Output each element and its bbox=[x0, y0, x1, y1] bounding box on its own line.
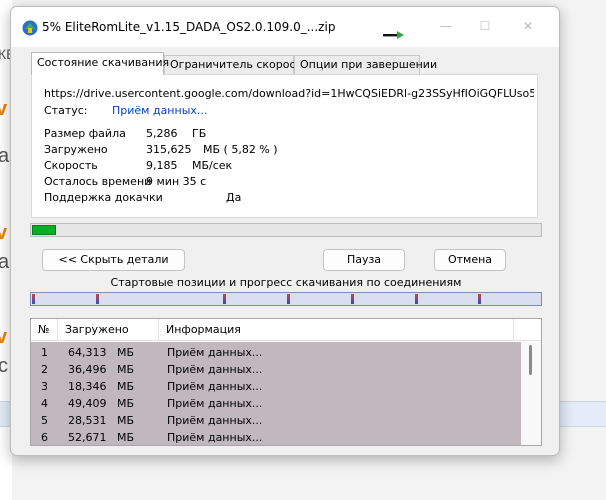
cell-loaded: 28,531 bbox=[68, 414, 107, 427]
hide-details-button[interactable]: << Скрыть детали bbox=[42, 249, 185, 271]
time-left-label: Осталось времени bbox=[44, 175, 152, 188]
background-text-fragment: v bbox=[0, 222, 8, 244]
background-text-fragment: а bbox=[0, 251, 10, 273]
tab-label: Состояние скачивания bbox=[37, 56, 170, 69]
maximize-button[interactable]: ☐ bbox=[474, 17, 496, 35]
cell-loaded: 64,313 bbox=[68, 346, 107, 359]
connections-caption: Стартовые позиции и прогресс скачивания … bbox=[110, 276, 462, 289]
column-header-number[interactable]: № bbox=[31, 319, 58, 341]
resume-support-label: Поддержка докачки bbox=[44, 191, 163, 204]
background-text-fragment: v bbox=[0, 98, 8, 120]
cell-loaded-unit: МБ bbox=[117, 431, 135, 444]
table-row[interactable]: 3 18,346 МБ Приём данных... bbox=[31, 378, 521, 395]
cell-number: 6 bbox=[41, 431, 48, 444]
cell-info: Приём данных... bbox=[167, 431, 263, 444]
close-button[interactable]: ✕ bbox=[517, 17, 539, 35]
cancel-button[interactable]: Отмена bbox=[434, 249, 506, 271]
connection-start-marker bbox=[351, 294, 354, 304]
connections-table: № Загружено Информация 1 64,313 МБ Приём да… bbox=[30, 318, 542, 446]
speed-unit: МБ/сек bbox=[192, 159, 233, 172]
time-left-value: 9 мин 35 с bbox=[146, 175, 207, 188]
table-header: № Загружено Информация bbox=[31, 319, 541, 341]
cell-loaded: 18,346 bbox=[68, 380, 107, 393]
connection-start-marker bbox=[32, 294, 35, 304]
tab-label: Опции при завершении bbox=[300, 58, 438, 71]
resume-support-value: Да bbox=[226, 191, 242, 204]
cell-info: Приём данных... bbox=[167, 380, 263, 393]
arrow-right-icon bbox=[383, 31, 404, 39]
download-url: https://drive.usercontent.google.com/dow… bbox=[44, 87, 534, 100]
column-header-loaded[interactable]: Загружено bbox=[58, 319, 159, 341]
table-body: 1 64,313 МБ Приём данных... 2 36,496 МБ Приём д… bbox=[31, 342, 521, 445]
speed-label: Скорость bbox=[44, 159, 98, 172]
cell-number: 5 bbox=[41, 414, 48, 427]
background-text-fragment: а bbox=[0, 145, 10, 167]
table-row[interactable]: 1 64,313 МБ Приём данных... bbox=[31, 344, 521, 361]
cell-info: Приём данных... bbox=[167, 414, 263, 427]
minimize-button[interactable]: — bbox=[435, 17, 457, 35]
background-text-fragment: с bbox=[0, 355, 8, 377]
cell-info: Приём данных... bbox=[167, 363, 263, 376]
title-bar[interactable]: 5% EliteRomLite_v1.15_DADA_OS2.0.109.0_.… bbox=[11, 7, 559, 47]
download-progress-bar bbox=[30, 223, 542, 237]
tab-speed-limiter[interactable]: Ограничитель скорости bbox=[164, 55, 309, 75]
cell-number: 4 bbox=[41, 397, 48, 410]
table-row[interactable]: 6 52,671 МБ Приём данных... bbox=[31, 429, 521, 445]
cell-number: 3 bbox=[41, 380, 48, 393]
tab-completion-options[interactable]: Опции при завершении bbox=[294, 55, 437, 75]
downloaded-unit: МБ ( 5,82 % ) bbox=[203, 143, 278, 156]
status-value: Приём данных... bbox=[112, 104, 208, 117]
file-size-label: Размер файла bbox=[44, 127, 126, 140]
connections-progress-bar bbox=[30, 292, 542, 306]
scrollbar-thumb[interactable] bbox=[529, 345, 532, 375]
download-progress-fill bbox=[32, 225, 56, 235]
connection-start-marker bbox=[96, 294, 99, 304]
cell-loaded-unit: МБ bbox=[117, 414, 135, 427]
speed-value: 9,185 bbox=[146, 159, 178, 172]
downloaded-value: 315,625 bbox=[146, 143, 192, 156]
window-title: 5% EliteRomLite_v1.15_DADA_OS2.0.109.0_.… bbox=[42, 20, 336, 34]
cell-info: Приём данных... bbox=[167, 346, 263, 359]
cell-loaded: 52,671 bbox=[68, 431, 107, 444]
file-size-unit: ГБ bbox=[192, 127, 207, 140]
connection-start-marker bbox=[478, 294, 481, 304]
table-scrollbar[interactable] bbox=[521, 342, 541, 445]
column-header-info[interactable]: Информация bbox=[159, 319, 514, 341]
file-size-value: 5,286 bbox=[146, 127, 178, 140]
cell-loaded-unit: МБ bbox=[117, 380, 135, 393]
cell-info: Приём данных... bbox=[167, 397, 263, 410]
cell-loaded-unit: МБ bbox=[117, 363, 135, 376]
download-manager-icon bbox=[22, 20, 38, 36]
table-row[interactable]: 5 28,531 МБ Приём данных... bbox=[31, 412, 521, 429]
cell-loaded: 36,496 bbox=[68, 363, 107, 376]
cell-number: 1 bbox=[41, 346, 48, 359]
tab-download-status[interactable]: Состояние скачивания bbox=[31, 52, 169, 75]
tab-label: Ограничитель скорости bbox=[170, 58, 310, 71]
cell-loaded-unit: МБ bbox=[117, 346, 135, 359]
status-label: Статус: bbox=[44, 104, 88, 117]
background-text-fragment: v bbox=[0, 326, 8, 348]
connection-start-marker bbox=[415, 294, 418, 304]
table-row[interactable]: 2 36,496 МБ Приём данных... bbox=[31, 361, 521, 378]
table-row[interactable]: 4 49,409 МБ Приём данных... bbox=[31, 395, 521, 412]
download-dialog: 5% EliteRomLite_v1.15_DADA_OS2.0.109.0_.… bbox=[10, 6, 560, 456]
cell-loaded-unit: МБ bbox=[117, 397, 135, 410]
download-status-panel: https://drive.usercontent.google.com/dow… bbox=[31, 74, 538, 218]
downloaded-label: Загружено bbox=[44, 143, 108, 156]
connection-start-marker bbox=[287, 294, 290, 304]
cell-number: 2 bbox=[41, 363, 48, 376]
cell-loaded: 49,409 bbox=[68, 397, 107, 410]
connection-start-marker bbox=[223, 294, 226, 304]
pause-button[interactable]: Пауза bbox=[323, 249, 405, 271]
